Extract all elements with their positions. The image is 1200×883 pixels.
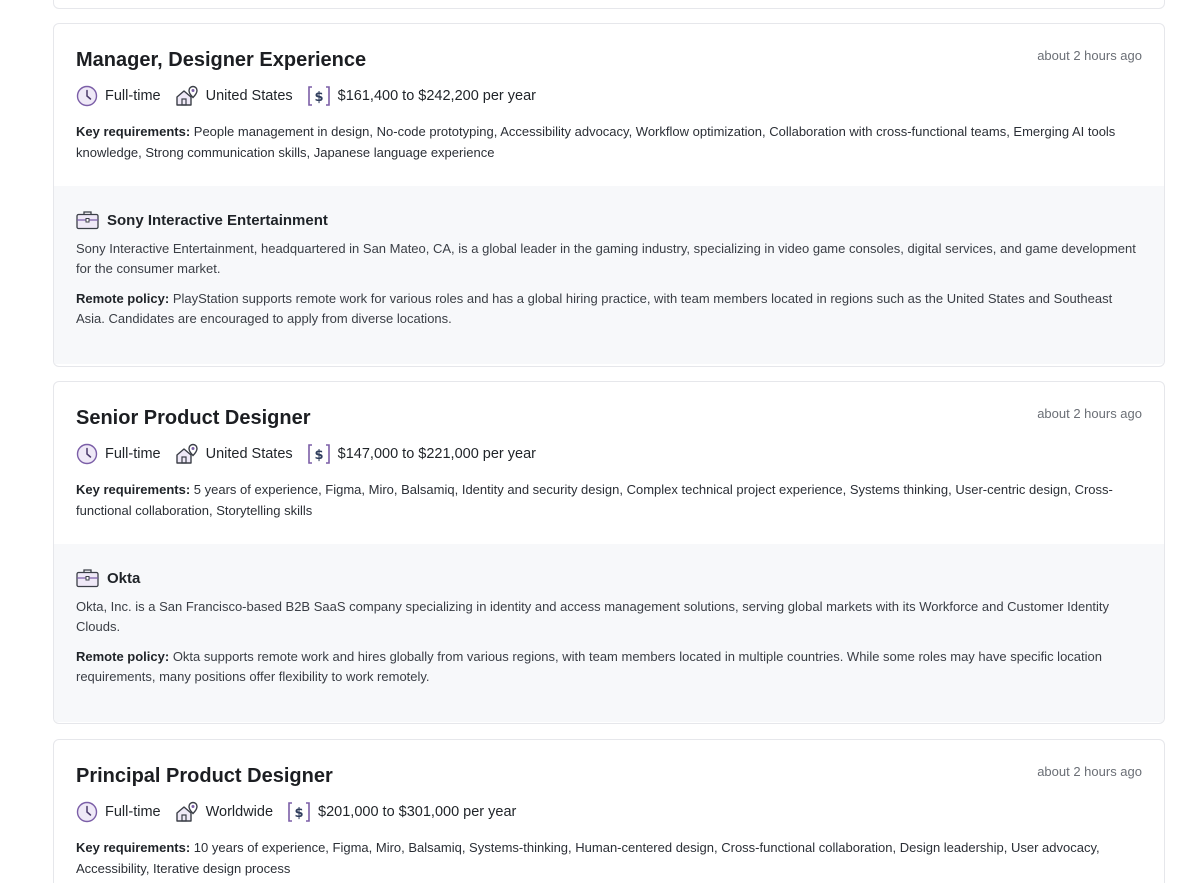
job-title[interactable]: Manager, Designer Experience [76, 46, 1142, 74]
job-location: Worldwide [175, 801, 273, 823]
svg-text:$: $ [314, 448, 323, 463]
remote-policy-label: Remote policy: [76, 649, 170, 664]
dollar-icon: $ [288, 802, 310, 822]
clock-icon [76, 85, 98, 107]
job-type: Full-time [76, 443, 161, 465]
job-location-label: United States [205, 446, 293, 462]
job-salary: $ $201,000 to $301,000 per year [287, 801, 516, 823]
briefcase-icon [76, 569, 99, 588]
key-requirements-label: Key requirements: [76, 124, 191, 139]
posted-time: about 2 hours ago [1037, 48, 1142, 63]
dollar-icon: $ [307, 444, 330, 464]
job-salary-label: $161,400 to $242,200 per year [337, 88, 536, 104]
posted-time: about 2 hours ago [1037, 764, 1142, 779]
house-pin-icon [175, 801, 198, 822]
job-location-label: United States [205, 88, 293, 104]
company-section: Sony Interactive Entertainment Sony Inte… [54, 186, 1164, 364]
remote-policy-label: Remote policy: [76, 291, 170, 306]
key-requirements-text: 5 years of experience, Figma, Miro, Bals… [76, 482, 1113, 518]
job-card[interactable]: Principal Product Designer about 2 hours… [53, 739, 1165, 883]
job-card-previous[interactable] [53, 0, 1165, 9]
dollar-icon: $ [307, 86, 330, 106]
company-description: Okta, Inc. is a San Francisco-based B2B … [76, 599, 1110, 634]
company-name[interactable]: Sony Interactive Entertainment [107, 212, 328, 229]
job-type-label: Full-time [105, 804, 161, 820]
job-type: Full-time [76, 85, 161, 107]
company-name[interactable]: Okta [107, 570, 140, 587]
job-salary: $ $147,000 to $221,000 per year [307, 443, 536, 465]
remote-policy: Remote policy: PlayStation supports remo… [76, 289, 1142, 329]
job-type-label: Full-time [105, 88, 161, 104]
job-type-label: Full-time [105, 446, 161, 462]
house-pin-icon [175, 85, 198, 106]
company-description: Sony Interactive Entertainment, headquar… [76, 241, 1136, 276]
remote-policy: Remote policy: Okta supports remote work… [76, 647, 1142, 687]
remote-policy-text: Okta supports remote work and hires glob… [76, 649, 1102, 684]
house-pin-icon [175, 443, 198, 464]
key-requirements: Key requirements: 5 years of experience,… [76, 479, 1142, 521]
key-requirements-text: People management in design, No-code pro… [76, 124, 1116, 160]
briefcase-icon [76, 211, 99, 230]
job-location: United States [175, 443, 293, 465]
job-card[interactable]: Manager, Designer Experience about 2 hou… [53, 23, 1165, 367]
posted-time: about 2 hours ago [1037, 406, 1142, 421]
key-requirements: Key requirements: People management in d… [76, 121, 1142, 163]
job-salary-label: $201,000 to $301,000 per year [318, 804, 517, 820]
job-location: United States [175, 85, 293, 107]
key-requirements-label: Key requirements: [76, 840, 191, 855]
job-location-label: Worldwide [205, 804, 274, 820]
job-title[interactable]: Principal Product Designer [76, 762, 1142, 790]
clock-icon [76, 443, 98, 465]
key-requirements-text: 10 years of experience, Figma, Miro, Bal… [76, 840, 1100, 876]
job-type: Full-time [76, 801, 161, 823]
clock-icon [76, 801, 98, 823]
job-card[interactable]: Senior Product Designer about 2 hours ag… [53, 381, 1165, 724]
svg-text:$: $ [295, 806, 304, 821]
key-requirements-label: Key requirements: [76, 482, 191, 497]
key-requirements: Key requirements: 10 years of experience… [76, 837, 1142, 879]
job-salary-label: $147,000 to $221,000 per year [337, 446, 536, 462]
remote-policy-text: PlayStation supports remote work for var… [76, 291, 1113, 326]
svg-text:$: $ [314, 90, 323, 105]
company-section: Okta Okta, Inc. is a San Francisco-based… [54, 544, 1164, 722]
job-salary: $ $161,400 to $242,200 per year [307, 85, 536, 107]
job-title[interactable]: Senior Product Designer [76, 404, 1142, 432]
